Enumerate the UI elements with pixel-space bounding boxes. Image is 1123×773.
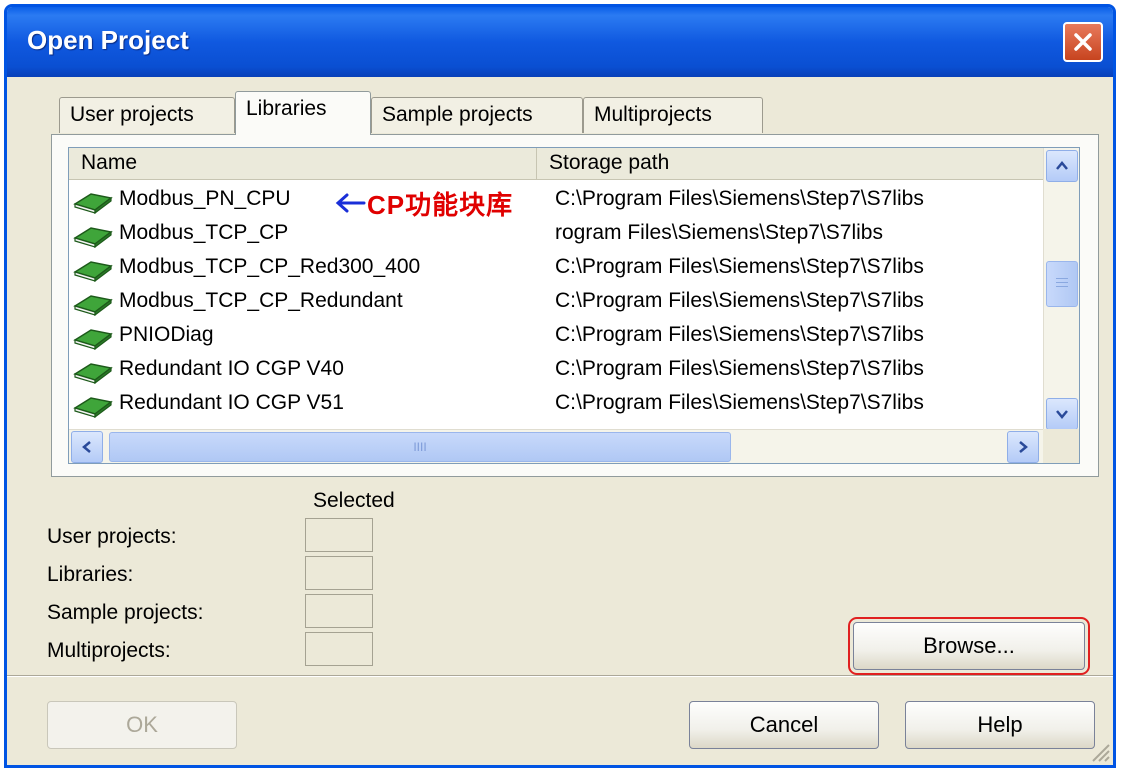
browse-button[interactable]: Browse... xyxy=(848,617,1090,675)
libraries-label: Libraries: xyxy=(47,563,134,586)
title-bar[interactable]: Open Project xyxy=(7,7,1113,77)
scroll-left-button[interactable] xyxy=(71,431,103,463)
multiprojects-selected-box xyxy=(305,632,373,666)
row-name: PNIODiag xyxy=(119,323,214,346)
scroll-down-button[interactable] xyxy=(1046,398,1078,430)
row-name: Modbus_TCP_CP_Red300_400 xyxy=(119,255,421,278)
scroll-right-button[interactable] xyxy=(1007,431,1039,463)
close-icon xyxy=(1074,33,1092,51)
row-name: Redundant IO CGP V51 xyxy=(119,391,344,414)
horizontal-scroll-thumb[interactable]: IIII xyxy=(109,432,731,462)
vertical-scrollbar[interactable] xyxy=(1043,148,1079,432)
library-list[interactable]: Name Storage path Modbus_PN_CPU C:\Progra… xyxy=(68,147,1080,464)
book-icon xyxy=(73,324,113,351)
list-row[interactable]: Modbus_TCP_CP_Red300_400 C:\Program Files… xyxy=(69,252,1043,286)
row-storage-path: C:\Program Files\Siemens\Step7\S7libs xyxy=(555,357,924,380)
close-button[interactable] xyxy=(1063,22,1103,62)
row-name: Modbus_TCP_CP_Redundant xyxy=(119,289,403,312)
chevron-down-icon xyxy=(1056,410,1068,419)
user-projects-label: User projects: xyxy=(47,525,177,548)
vertical-scroll-thumb[interactable] xyxy=(1046,261,1078,307)
user-projects-selected-box xyxy=(305,518,373,552)
annotation-text: CP功能块库 xyxy=(367,189,514,220)
list-row[interactable]: Redundant IO CGP V51 C:\Program Files\Sie… xyxy=(69,388,1043,422)
tab-sample-projects[interactable]: Sample projects xyxy=(371,97,583,133)
sample-projects-selected-box xyxy=(305,594,373,628)
ok-button[interactable]: OK xyxy=(47,701,237,749)
horizontal-scrollbar[interactable]: IIII xyxy=(69,429,1043,463)
chevron-up-icon xyxy=(1056,161,1068,170)
libraries-selected-box xyxy=(305,556,373,590)
list-header: Name Storage path xyxy=(69,148,1043,180)
row-storage-path: C:\Program Files\Siemens\Step7\S7libs xyxy=(555,289,924,312)
window-title: Open Project xyxy=(27,25,189,55)
annotation-overlay: CP功能块库 xyxy=(333,186,520,220)
tab-user-projects[interactable]: User projects xyxy=(59,97,235,133)
chevron-left-icon xyxy=(82,441,91,453)
row-name: Modbus_TCP_CP xyxy=(119,221,289,244)
tab-multiprojects[interactable]: Multiprojects xyxy=(583,97,763,133)
footer-divider xyxy=(7,675,1113,677)
column-header-storage-path[interactable]: Storage path xyxy=(537,148,1043,180)
resize-grip-icon[interactable] xyxy=(1087,739,1111,763)
list-row[interactable]: Modbus_PN_CPU C:\Program Files\Siemens\St… xyxy=(69,184,1043,218)
row-storage-path: rogram Files\Siemens\Step7\S7libs xyxy=(555,221,883,244)
book-icon xyxy=(73,222,113,249)
row-storage-path: C:\Program Files\Siemens\Step7\S7libs xyxy=(555,187,924,210)
book-icon xyxy=(73,256,113,283)
chevron-right-icon xyxy=(1019,441,1028,453)
list-row[interactable]: Modbus_TCP_CP rogram Files\Siemens\Step7\… xyxy=(69,218,1043,252)
sample-projects-label: Sample projects: xyxy=(47,601,204,624)
row-name: Redundant IO CGP V40 xyxy=(119,357,344,380)
column-header-name[interactable]: Name xyxy=(69,148,537,180)
row-storage-path: C:\Program Files\Siemens\Step7\S7libs xyxy=(555,323,924,346)
book-icon xyxy=(73,358,113,385)
tab-libraries[interactable]: Libraries xyxy=(235,91,371,135)
cancel-button[interactable]: Cancel xyxy=(689,701,879,749)
left-arrow-icon xyxy=(335,193,366,213)
book-icon xyxy=(73,392,113,419)
list-row[interactable]: PNIODiag C:\Program Files\Siemens\Step7\S… xyxy=(69,320,1043,354)
multiprojects-label: Multiprojects: xyxy=(47,639,171,662)
list-row[interactable]: Modbus_TCP_CP_Redundant C:\Program Files\… xyxy=(69,286,1043,320)
book-icon xyxy=(73,290,113,317)
book-icon xyxy=(73,188,113,215)
help-button[interactable]: Help xyxy=(905,701,1095,749)
open-project-dialog: Open Project User projects Libraries Sam… xyxy=(4,4,1116,768)
libraries-tab-panel: Name Storage path Modbus_PN_CPU C:\Progra… xyxy=(51,134,1099,477)
scroll-up-button[interactable] xyxy=(1046,150,1078,182)
selected-header: Selected xyxy=(313,489,395,512)
row-storage-path: C:\Program Files\Siemens\Step7\S7libs xyxy=(555,255,924,278)
row-name: Modbus_PN_CPU xyxy=(119,187,291,210)
list-row[interactable]: Redundant IO CGP V40 C:\Program Files\Sie… xyxy=(69,354,1043,388)
row-storage-path: C:\Program Files\Siemens\Step7\S7libs xyxy=(555,391,924,414)
scrollbar-corner xyxy=(1043,429,1079,463)
